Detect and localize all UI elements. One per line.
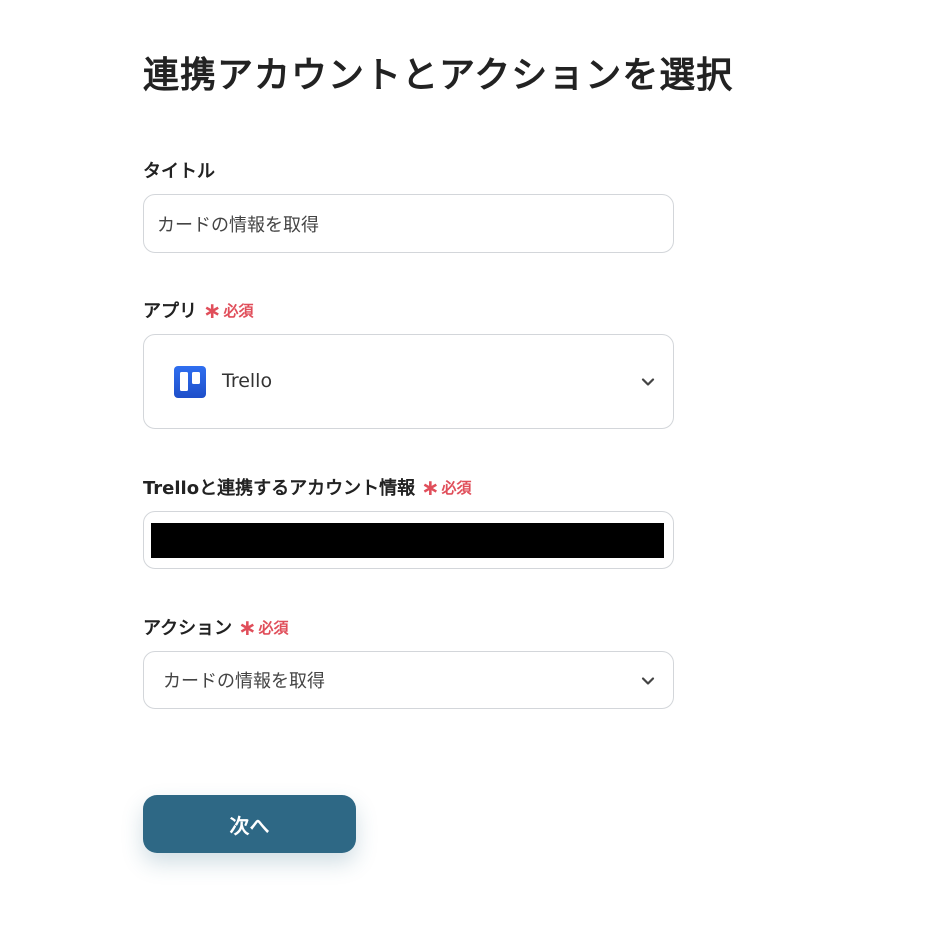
account-field-label: Trelloと連携するアカウント情報 ∗ 必須 [143,474,472,500]
required-indicator: ∗ 必須 [421,476,472,501]
account-label-text: Trelloと連携するアカウント情報 [143,478,416,499]
account-select[interactable] [143,511,674,569]
title-label-text: タイトル [143,161,215,182]
required-star: ∗ [238,616,257,641]
chevron-down-icon [641,677,655,685]
title-input-value: カードの情報を取得 [157,214,319,236]
required-text: 必須 [258,618,289,637]
app-field-label: アプリ ∗ 必須 [143,297,253,323]
required-text: 必須 [223,301,254,320]
title-field-label: タイトル [143,157,215,183]
required-star: ∗ [203,299,222,324]
required-indicator: ∗ 必須 [238,616,289,641]
action-label-text: アクション [143,618,233,639]
redacted-account-value [151,523,664,558]
action-select-value: カードの情報を取得 [163,671,325,692]
page-title: 連携アカウントとアクションを選択 [143,55,734,97]
action-field-label: アクション ∗ 必須 [143,614,289,640]
required-star: ∗ [421,476,440,501]
trello-logo-icon [174,366,206,398]
next-button[interactable]: 次へ [143,795,356,853]
title-input[interactable]: カードの情報を取得 [143,194,674,253]
required-text: 必須 [441,478,472,497]
app-label-text: アプリ [143,301,197,322]
chevron-down-icon [641,378,655,386]
app-select-value: Trello [222,370,273,392]
required-indicator: ∗ 必須 [203,299,254,324]
action-select[interactable]: カードの情報を取得 [143,651,674,709]
app-select[interactable]: Trello [143,334,674,429]
